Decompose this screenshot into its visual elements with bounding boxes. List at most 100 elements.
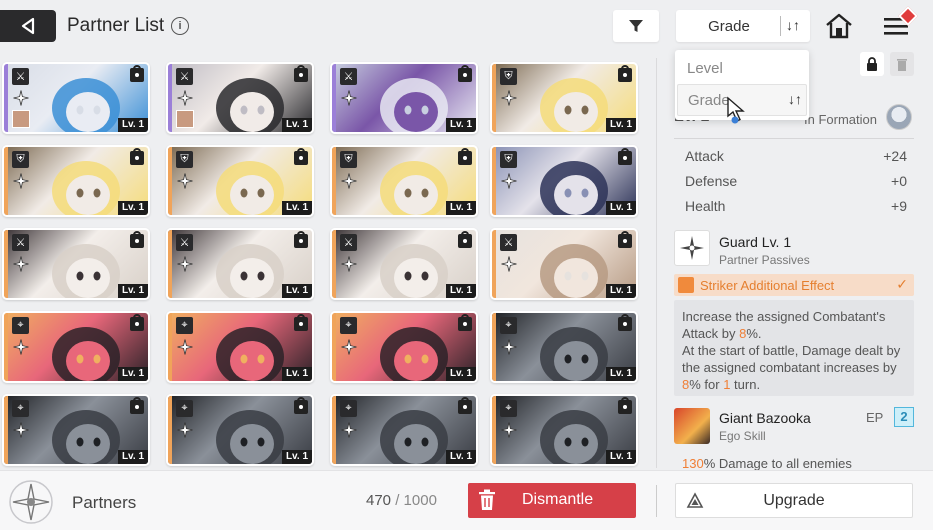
shuriken-icon (501, 173, 517, 189)
sort-dropdown[interactable]: Grade ↓↑ (676, 10, 810, 42)
partner-card[interactable]: ⌖ Lv. 1 (166, 311, 314, 383)
target-icon: ⌖ (340, 317, 357, 334)
partner-card[interactable]: ⌖ Lv. 1 (490, 311, 638, 383)
lock-icon (294, 397, 308, 414)
target-icon: ⌖ (176, 400, 193, 417)
stat-value: +9 (891, 198, 907, 214)
shuriken-icon (177, 422, 193, 438)
shuriken-icon (341, 256, 357, 272)
stat-value: +24 (883, 148, 907, 164)
partner-card[interactable]: ⌖ Lv. 1 (2, 311, 150, 383)
shuriken-icon (177, 173, 193, 189)
partner-card[interactable]: ⚔ Lv. 1 (490, 228, 638, 300)
level-badge: Lv. 1 (605, 201, 636, 215)
shuriken-icon (341, 173, 357, 189)
partner-card[interactable]: ⛨ Lv. 1 (330, 145, 478, 217)
rarity-bar (492, 313, 496, 381)
partner-card[interactable]: ⌖ Lv. 1 (166, 394, 314, 466)
target-icon: ⌖ (500, 400, 517, 417)
level-badge: Lv. 1 (445, 450, 476, 464)
sort-option-grade-label: Grade (688, 92, 730, 109)
partner-card[interactable]: ⚔ Lv. 1 (166, 62, 314, 134)
ego-skill-type: Ego Skill (719, 429, 766, 443)
shuriken-icon (13, 339, 29, 355)
partner-card[interactable]: ⚔ Lv. 1 (2, 62, 150, 134)
dismantle-button[interactable]: Dismantle (468, 483, 636, 518)
lock-icon (618, 231, 632, 248)
partner-card[interactable]: ⌖ Lv. 1 (2, 394, 150, 466)
target-icon: ⌖ (12, 400, 29, 417)
rarity-bar (332, 230, 336, 298)
partner-card[interactable]: ⛨ Lv. 1 (490, 62, 638, 134)
stat-attack: Attack +24 (685, 148, 907, 168)
stat-value: +0 (891, 173, 907, 189)
sort-divider (780, 16, 781, 36)
upgrade-button[interactable]: Upgrade (675, 483, 913, 518)
passive-skill[interactable]: Guard Lv. 1 Partner Passives (674, 230, 914, 270)
footer-divider (656, 485, 657, 517)
filter-button[interactable] (613, 10, 659, 42)
level-badge: Lv. 1 (281, 367, 312, 381)
rarity-bar (492, 230, 496, 298)
partners-emblem-icon (9, 480, 53, 524)
shuriken-icon (177, 90, 193, 106)
crossed-swords-icon: ⚔ (12, 234, 29, 251)
desc-line: Increase the assigned Combatant's (682, 309, 886, 324)
level-badge: Lv. 1 (281, 284, 312, 298)
partner-card[interactable]: ⛨ Lv. 1 (2, 145, 150, 217)
crossed-swords-icon: ⚔ (12, 68, 29, 85)
sort-order-icon[interactable]: ↓↑ (788, 91, 802, 107)
lock-icon (458, 397, 472, 414)
partner-card[interactable]: ⌖ Lv. 1 (330, 311, 478, 383)
lock-icon (618, 397, 632, 414)
page-title: Partner List (67, 15, 165, 36)
ep-value-badge: 2 (894, 407, 914, 427)
shuriken-icon (13, 256, 29, 272)
lock-icon (294, 314, 308, 331)
partner-card[interactable]: ⚔ Lv. 1 (330, 62, 478, 134)
lock-icon (130, 397, 144, 414)
lock-icon (618, 65, 632, 82)
desc-line: At the start of battle, Damage dealt by (682, 343, 901, 358)
formation-avatar[interactable] (886, 104, 912, 130)
stat-defense: Defense +0 (685, 173, 907, 193)
info-icon[interactable]: i (171, 17, 189, 35)
partner-count: 470 / 1000 (366, 492, 437, 509)
partner-card[interactable]: ⌖ Lv. 1 (330, 394, 478, 466)
level-badge: Lv. 1 (281, 450, 312, 464)
lock-toggle-button[interactable] (860, 52, 884, 76)
equipped-combatant-avatar (12, 110, 30, 128)
home-icon[interactable] (824, 12, 854, 40)
level-badge: Lv. 1 (605, 284, 636, 298)
equipped-combatant-avatar (176, 110, 194, 128)
partner-card[interactable]: ⚔ Lv. 1 (330, 228, 478, 300)
sort-order-icon[interactable]: ↓↑ (786, 17, 800, 33)
partner-card[interactable]: ⌖ Lv. 1 (490, 394, 638, 466)
partner-card[interactable]: ⛨ Lv. 1 (166, 145, 314, 217)
striker-effect-bar[interactable]: Striker Additional Effect ✓ (674, 274, 914, 296)
desc-line: the assigned combatant increases by (682, 360, 897, 375)
partners-label: Partners (72, 493, 137, 512)
ego-skill[interactable]: Giant Bazooka Ego Skill EP 2 (674, 406, 914, 446)
ego-damage-text: 130% Damage to all enemies (682, 456, 852, 470)
upgrade-label: Upgrade (763, 492, 825, 509)
trash-icon (897, 59, 907, 71)
target-icon: ⌖ (12, 317, 29, 334)
rarity-bar (492, 64, 496, 132)
partner-card[interactable]: ⚔ Lv. 1 (2, 228, 150, 300)
target-icon: ⌖ (176, 317, 193, 334)
target-icon: ⌖ (500, 317, 517, 334)
level-badge: Lv. 1 (445, 284, 476, 298)
sort-option-level[interactable]: Level (687, 60, 723, 77)
partner-card[interactable]: ⚔ Lv. 1 (166, 228, 314, 300)
back-button[interactable] (0, 10, 56, 42)
trash-icon (479, 489, 495, 510)
rarity-bar (4, 64, 8, 132)
partner-card[interactable]: ⛨ Lv. 1 (490, 145, 638, 217)
rarity-bar (4, 147, 8, 215)
shuriken-icon (341, 90, 357, 106)
level-badge: Lv. 1 (281, 118, 312, 132)
shield-icon: ⛨ (340, 151, 357, 168)
shuriken-icon (13, 173, 29, 189)
dismantle-toggle-button[interactable] (890, 52, 914, 76)
